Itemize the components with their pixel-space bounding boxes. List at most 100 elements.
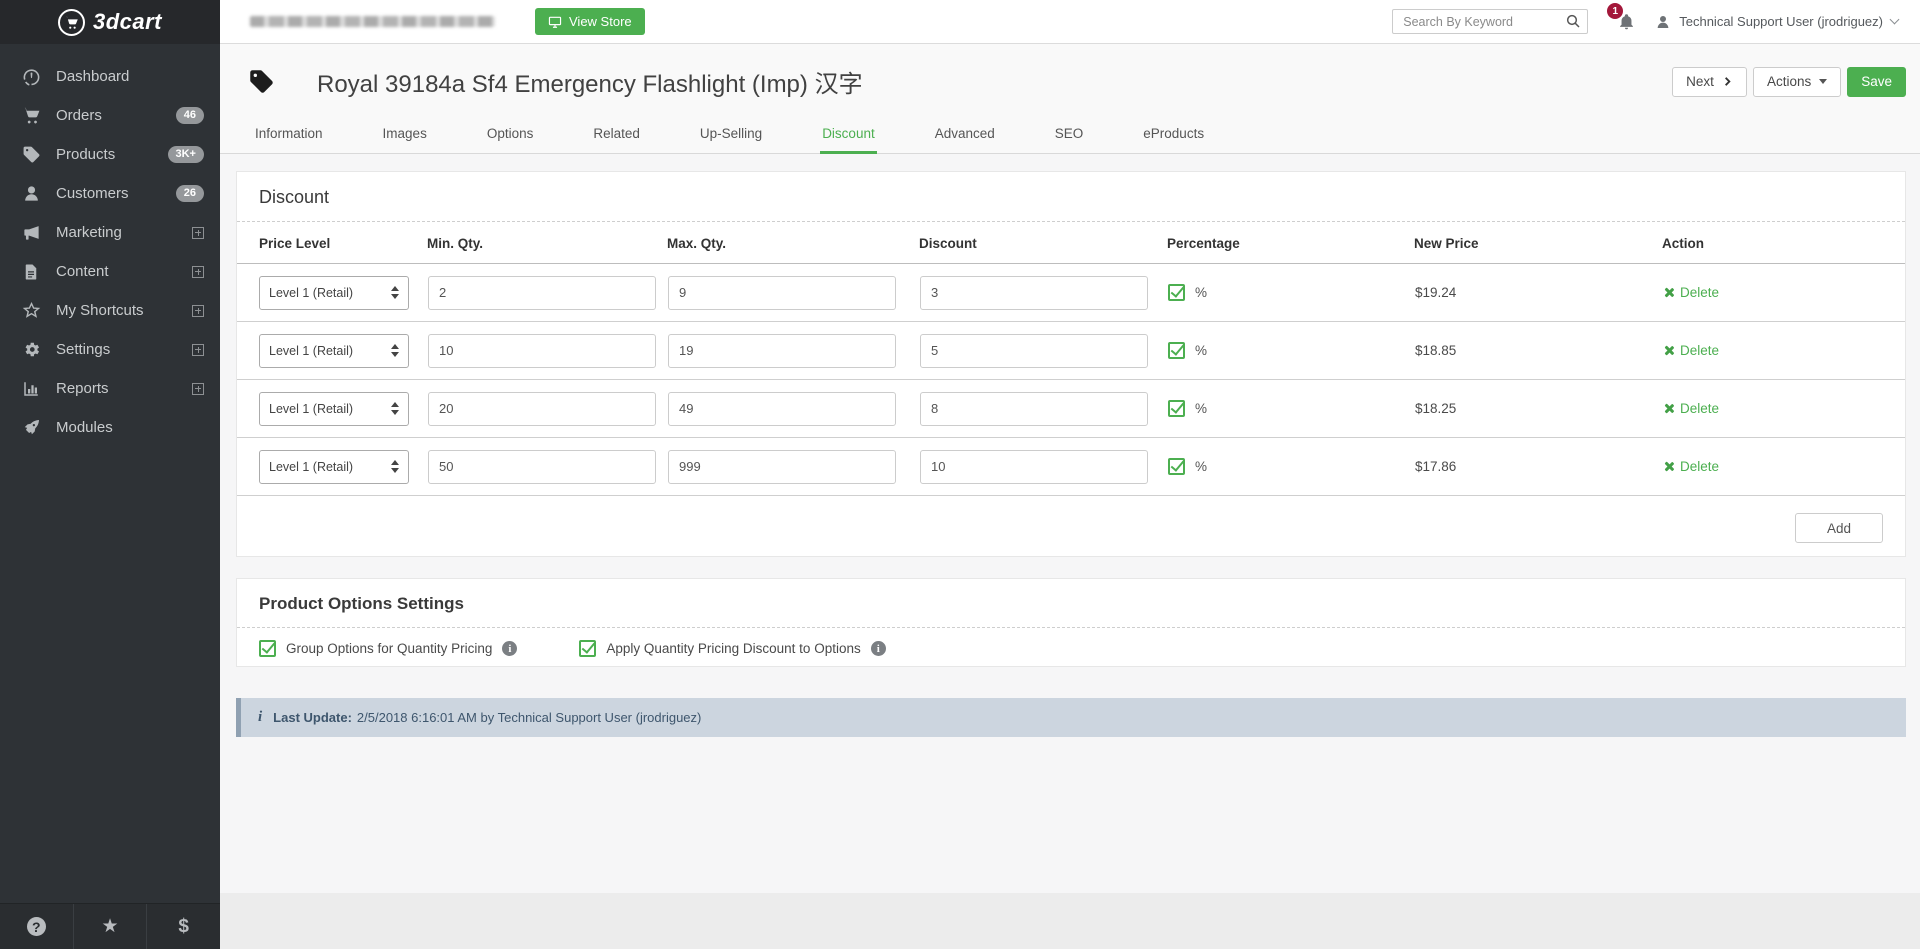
- expand-plus-icon[interactable]: [192, 344, 204, 356]
- tab-eproducts[interactable]: eProducts: [1141, 126, 1206, 154]
- tag-icon: [21, 145, 41, 165]
- tab-information[interactable]: Information: [253, 126, 325, 154]
- percentage-checkbox[interactable]: [1168, 284, 1185, 301]
- sidebar-item-content[interactable]: Content: [0, 252, 220, 291]
- sidebar-item-customers[interactable]: Customers 26: [0, 174, 220, 213]
- discount-input[interactable]: [920, 334, 1148, 368]
- last-update-label: Last Update:: [273, 710, 352, 725]
- sidebar-item-settings[interactable]: Settings: [0, 330, 220, 369]
- user-menu[interactable]: Technical Support User (jrodriguez): [1655, 14, 1898, 30]
- column-header-percentage: Percentage: [1167, 222, 1414, 264]
- search-icon[interactable]: [1565, 13, 1581, 34]
- min-qty-input[interactable]: [428, 392, 656, 426]
- last-update-value: 2/5/2018 6:16:01 AM by Technical Support…: [357, 710, 701, 725]
- min-qty-input[interactable]: [428, 334, 656, 368]
- view-store-button[interactable]: View Store: [535, 8, 645, 35]
- monitor-icon: [548, 15, 562, 29]
- store-url-redacted: [250, 16, 495, 27]
- percentage-checkbox[interactable]: [1168, 458, 1185, 475]
- user-label: Technical Support User (jrodriguez): [1679, 14, 1883, 29]
- billing-button[interactable]: $: [147, 904, 220, 949]
- min-qty-input[interactable]: [428, 450, 656, 484]
- max-qty-input[interactable]: [668, 276, 896, 310]
- chevron-right-icon: [1722, 76, 1733, 87]
- tab-options[interactable]: Options: [485, 126, 536, 154]
- add-button[interactable]: Add: [1795, 513, 1883, 543]
- apply-discount-checkbox[interactable]: [579, 640, 596, 657]
- tab-images[interactable]: Images: [381, 126, 429, 154]
- search-input[interactable]: [1392, 9, 1588, 34]
- discount-input[interactable]: [920, 450, 1148, 484]
- brand-logo[interactable]: 3dcart: [0, 0, 220, 44]
- expand-plus-icon[interactable]: [192, 383, 204, 395]
- sidebar: 3dcart Dashboard Orders 46 Products 3K+ …: [0, 0, 220, 949]
- tab-related[interactable]: Related: [591, 126, 642, 154]
- product-options-heading: Product Options Settings: [237, 579, 1905, 627]
- search-box: [1392, 9, 1588, 34]
- percent-label: %: [1195, 285, 1207, 300]
- actions-button[interactable]: Actions: [1753, 67, 1841, 97]
- new-price-value: $17.86: [1415, 459, 1456, 474]
- product-tag-icon: [248, 68, 275, 95]
- delete-link[interactable]: Delete: [1663, 459, 1719, 474]
- topbar-right: 1 Technical Support User (jrodriguez): [1392, 9, 1898, 34]
- price-level-select[interactable]: Level 1 (Retail): [259, 276, 409, 310]
- next-button[interactable]: Next: [1672, 67, 1747, 97]
- sidebar-item-modules[interactable]: Modules: [0, 408, 220, 447]
- info-i-icon: i: [258, 709, 262, 726]
- sidebar-item-orders[interactable]: Orders 46: [0, 96, 220, 135]
- min-qty-input[interactable]: [428, 276, 656, 310]
- sidebar-item-products[interactable]: Products 3K+: [0, 135, 220, 174]
- delete-link[interactable]: Delete: [1663, 401, 1719, 416]
- column-header-min-qty: Min. Qty.: [427, 222, 667, 264]
- tab-advanced[interactable]: Advanced: [933, 126, 997, 154]
- expand-plus-icon[interactable]: [192, 305, 204, 317]
- cart-logo-icon: [58, 9, 85, 36]
- sidebar-item-label: Content: [56, 263, 109, 280]
- discount-row: Level 1 (Retail) % $17.86 Delete: [237, 438, 1905, 496]
- discount-input[interactable]: [920, 392, 1148, 426]
- delete-label: Delete: [1680, 459, 1719, 474]
- tab-seo[interactable]: SEO: [1053, 126, 1086, 154]
- max-qty-input[interactable]: [668, 392, 896, 426]
- discount-section: Discount Price Level Min. Qty. Max. Qty.…: [236, 171, 1906, 557]
- price-level-value: Level 1 (Retail): [269, 460, 353, 474]
- discount-input[interactable]: [920, 276, 1148, 310]
- group-options-checkbox[interactable]: [259, 640, 276, 657]
- sidebar-item-marketing[interactable]: Marketing: [0, 213, 220, 252]
- price-level-select[interactable]: Level 1 (Retail): [259, 450, 409, 484]
- percent-label: %: [1195, 459, 1207, 474]
- notifications-button[interactable]: 1: [1618, 13, 1635, 30]
- percentage-checkbox[interactable]: [1168, 342, 1185, 359]
- percentage-checkbox[interactable]: [1168, 400, 1185, 417]
- sidebar-item-label: Customers: [56, 185, 129, 202]
- expand-plus-icon[interactable]: [192, 266, 204, 278]
- expand-plus-icon[interactable]: [192, 227, 204, 239]
- group-options-label: Group Options for Quantity Pricing: [286, 641, 492, 656]
- new-price-value: $18.85: [1415, 343, 1456, 358]
- delete-link[interactable]: Delete: [1663, 343, 1719, 358]
- info-icon[interactable]: i: [502, 641, 517, 656]
- price-level-select[interactable]: Level 1 (Retail): [259, 334, 409, 368]
- delete-link[interactable]: Delete: [1663, 285, 1719, 300]
- megaphone-icon: [21, 223, 41, 243]
- sidebar-item-my-shortcuts[interactable]: My Shortcuts: [0, 291, 220, 330]
- info-icon[interactable]: i: [871, 641, 886, 656]
- sidebar-item-label: Marketing: [56, 224, 122, 241]
- star-icon: ★: [101, 915, 118, 938]
- view-store-label: View Store: [569, 14, 632, 29]
- tab-up-selling[interactable]: Up-Selling: [698, 126, 764, 154]
- help-button[interactable]: ?: [0, 904, 74, 949]
- tab-discount[interactable]: Discount: [820, 126, 877, 154]
- sidebar-item-label: My Shortcuts: [56, 302, 144, 319]
- discount-row: Level 1 (Retail) % $19.24 Delete: [237, 264, 1905, 322]
- products-count-badge: 3K+: [168, 146, 205, 163]
- max-qty-input[interactable]: [668, 450, 896, 484]
- sidebar-item-reports[interactable]: Reports: [0, 369, 220, 408]
- max-qty-input[interactable]: [668, 334, 896, 368]
- favorites-button[interactable]: ★: [74, 904, 148, 949]
- save-button[interactable]: Save: [1847, 67, 1906, 97]
- sidebar-item-dashboard[interactable]: Dashboard: [0, 57, 220, 96]
- price-level-select[interactable]: Level 1 (Retail): [259, 392, 409, 426]
- product-tabs: Information Images Options Related Up-Se…: [253, 126, 1262, 154]
